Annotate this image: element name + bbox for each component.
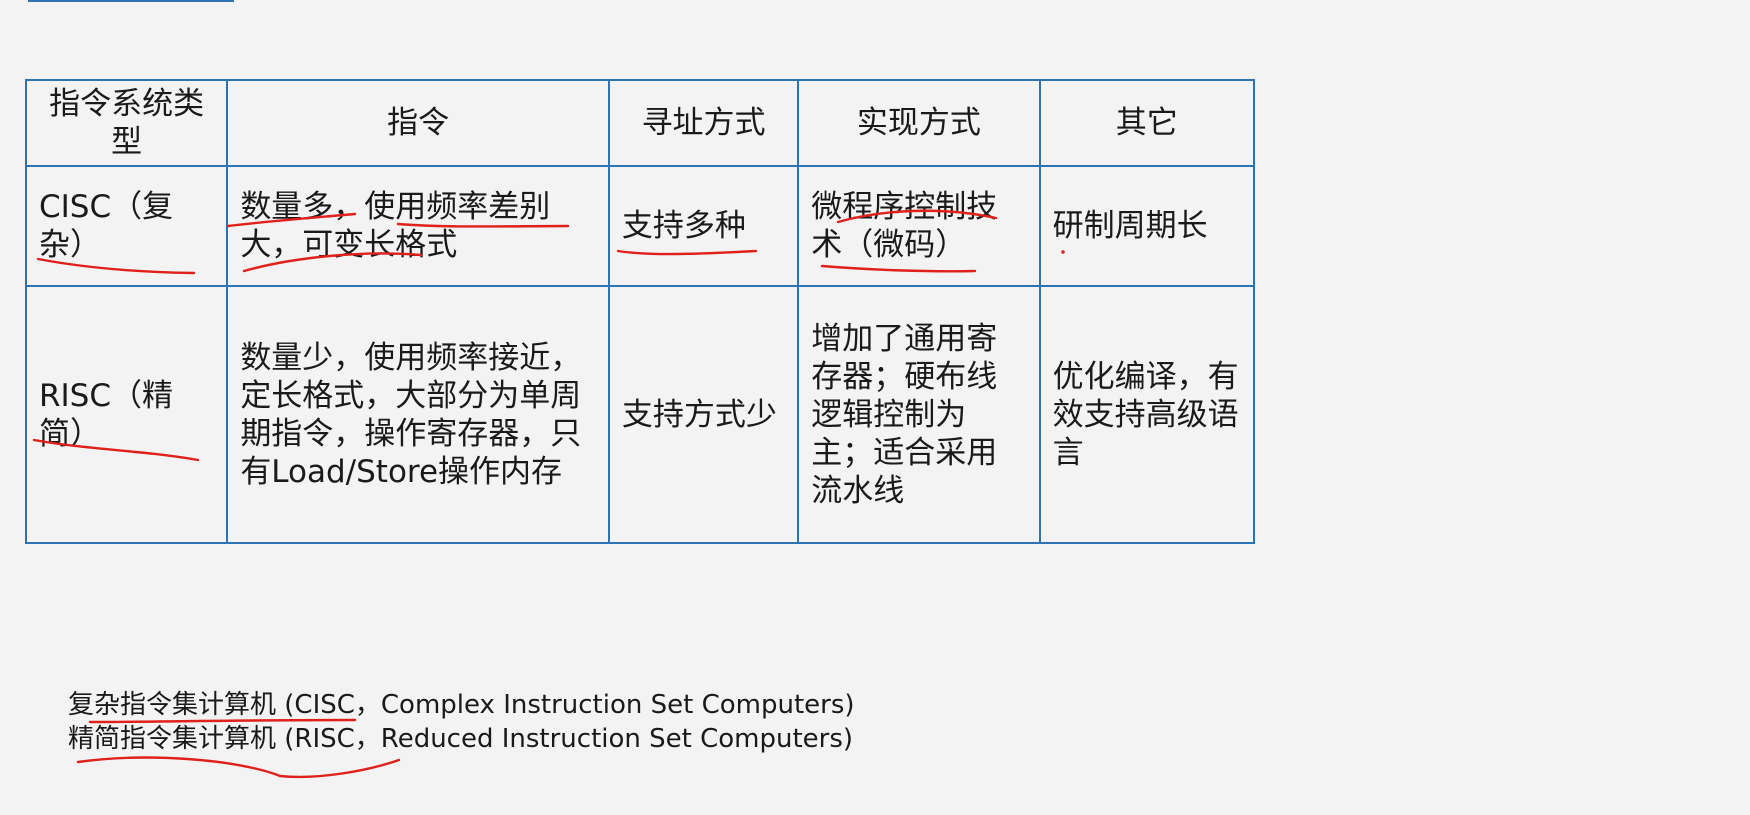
table-row: RISC（精简） 数量少，使用频率接近，定长格式，大部分为单周期指令，操作寄存器… [24, 285, 1256, 544]
table-row: CISC（复杂） 数量多，使用频率差别大，可变长格式 支持多种 微程序控制技术（… [24, 165, 1256, 287]
cisc-other-cell: 研制周期长 [1038, 165, 1256, 287]
cisc-type-cell: CISC（复杂） [24, 165, 229, 287]
header-isa-type: 指令系统类型 [24, 79, 229, 167]
cisc-implementation-cell: 微程序控制技术（微码） [797, 165, 1041, 287]
table-header-row: 指令系统类型 指令 寻址方式 实现方式 其它 [24, 79, 1256, 167]
slide-top-accent-bar [28, 0, 234, 2]
risc-instruction-cell: 数量少，使用频率接近，定长格式，大部分为单周期指令，操作寄存器，只有Load/S… [226, 285, 610, 544]
risc-implementation-cell: 增加了通用寄存器；硬布线逻辑控制为主；适合采用流水线 [797, 285, 1041, 544]
underline-footer-risc [76, 756, 401, 779]
risc-addressing-cell: 支持方式少 [607, 285, 800, 544]
risc-other-cell: 优化编译，有效支持高级语言 [1038, 285, 1256, 544]
header-instruction: 指令 [226, 79, 610, 167]
cisc-instruction-cell: 数量多，使用频率差别大，可变长格式 [226, 165, 610, 287]
risc-type-cell: RISC（精简） [24, 285, 229, 544]
header-implementation: 实现方式 [797, 79, 1041, 167]
header-other: 其它 [1038, 79, 1256, 167]
isa-comparison-table: 指令系统类型 指令 寻址方式 实现方式 其它 CISC（复杂） 数量多，使用频率… [24, 79, 1256, 544]
definitions-footer: 复杂指令集计算机 (CISC，Complex Instruction Set C… [68, 688, 855, 756]
risc-definition: 精简指令集计算机 (RISC，Reduced Instruction Set C… [68, 724, 854, 754]
header-addressing: 寻址方式 [607, 79, 800, 167]
cisc-addressing-cell: 支持多种 [607, 165, 800, 287]
cisc-definition: 复杂指令集计算机 (CISC，Complex Instruction Set C… [68, 690, 855, 720]
